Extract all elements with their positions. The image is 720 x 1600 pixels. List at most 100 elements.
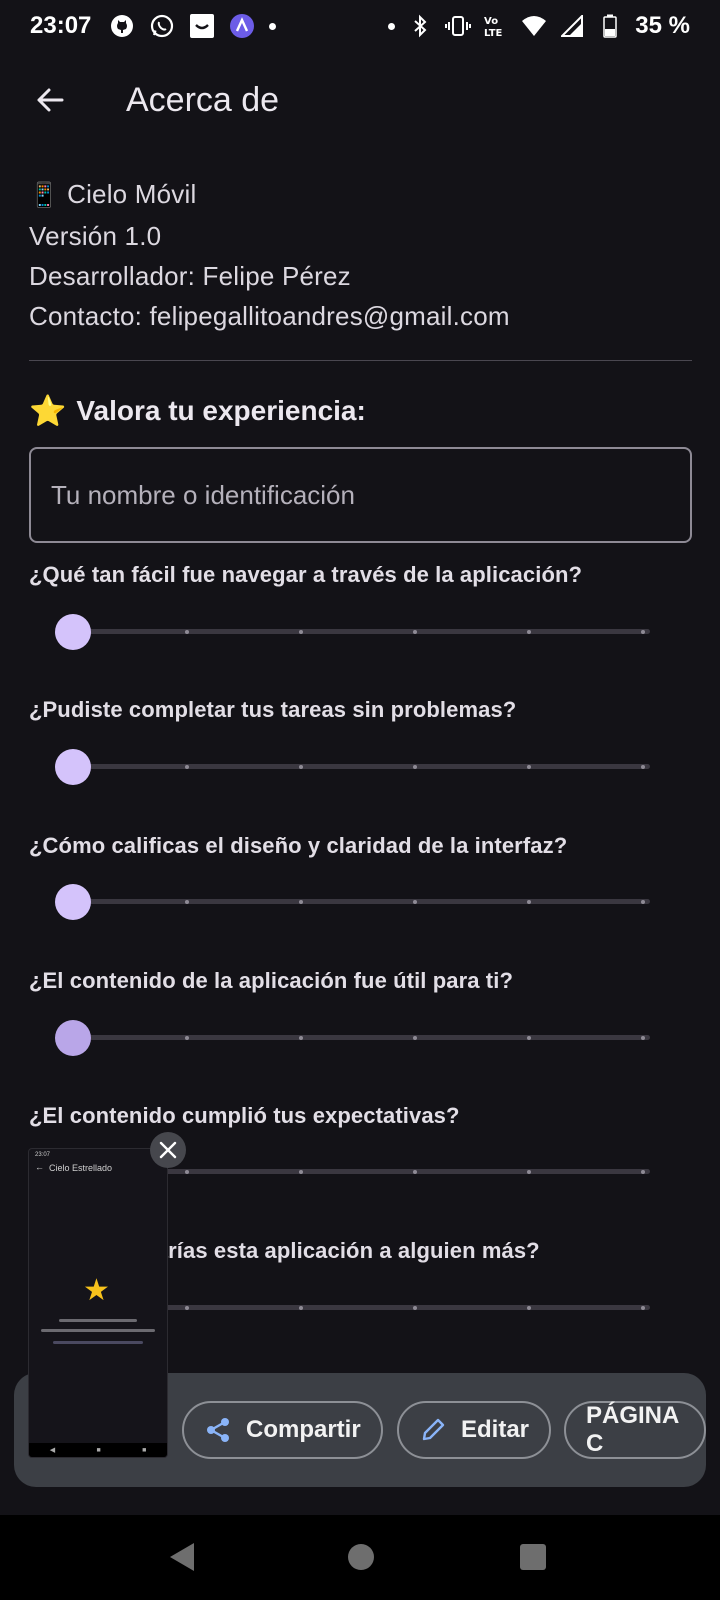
arrow-back-icon [37,88,64,112]
full-page-label: PÁGINA C [586,1402,679,1457]
slider-tick [641,1170,645,1174]
slider-tick [641,765,645,769]
slider-tick [413,630,417,634]
slider-tick [641,1306,645,1310]
vibrate-icon [445,13,472,39]
share-button[interactable]: Compartir [182,1401,383,1459]
slider-track [71,764,650,769]
contact-email: Contacto: felipegallitoandres@gmail.com [29,301,510,331]
full-page-button[interactable]: PÁGINA C [564,1401,706,1459]
slider-tick [185,1036,189,1040]
nav-home-icon[interactable] [348,1544,374,1570]
app-name: Cielo Móvil [67,179,197,209]
app-name-line: 📱 Cielo Móvil [29,174,692,216]
wifi-icon [521,13,547,39]
question-content: ¿El contenido de la aplicación fue útil … [29,968,513,993]
svg-text:LTE: LTE [484,28,503,38]
app-version: Versión 1.0 [29,221,162,251]
notification-icons [109,13,277,39]
close-icon [159,1141,177,1159]
share-icon [207,1418,229,1442]
edit-label: Editar [461,1416,530,1443]
slider-tick [413,900,417,904]
mini-text-line [41,1329,155,1332]
slider-tick [185,1306,189,1310]
rating-title: ⭐ Valora tu experiencia: [29,387,692,435]
star-icon: ⭐ [29,394,67,428]
slider-tick [413,1036,417,1040]
slider-tick [413,1170,417,1174]
question-tasks: ¿Pudiste completar tus tareas sin proble… [29,697,517,722]
close-preview-button[interactable] [150,1132,186,1168]
question-expectations: ¿El contenido cumplió tus expectativas? [29,1103,460,1128]
divider [29,360,692,361]
more-notifications-dot [269,22,277,30]
github-icon [109,13,135,39]
nav-recents-icon[interactable] [520,1544,546,1570]
slider-tick [641,900,645,904]
slider-thumb[interactable] [55,614,91,650]
whatsapp-icon [149,13,175,39]
about-content: 📱 Cielo Móvil Versión 1.0 Desarrollador: … [29,174,692,543]
name-input[interactable]: Tu nombre o identificación [29,447,692,543]
bluetooth-icon [407,13,433,39]
slider-tick [413,1306,417,1310]
battery-percent: 35 % [635,12,690,39]
volte-icon: Vo LTE [483,13,509,39]
share-label: Compartir [246,1416,361,1443]
system-nav-bar [0,1515,720,1600]
app-bar: Acerca de [0,52,720,148]
mini-title: Cielo Estrellado [49,1163,113,1173]
slider-tick [527,900,531,904]
slider-tick [185,1170,189,1174]
slider-thumb[interactable] [55,1020,91,1056]
slider-tick [527,1170,531,1174]
slider-navigation[interactable] [55,611,650,651]
mini-nav-back-icon: ◀ [49,1447,56,1454]
slider-thumb[interactable] [55,749,91,785]
mini-status-bar: 23:07 [35,1152,51,1158]
slider-tick [527,1306,531,1310]
slider-tasks[interactable] [55,746,650,786]
slider-thumb[interactable] [55,884,91,920]
back-button[interactable] [20,70,80,130]
mini-nav-home-icon: ■ [96,1446,101,1454]
mini-text-line [53,1341,143,1344]
slider-tick [185,765,189,769]
nav-back-icon[interactable] [170,1543,194,1571]
slider-track [71,1035,650,1040]
edit-button[interactable]: Editar [397,1401,552,1459]
slider-tick [299,1036,303,1040]
status-time: 23:07 [30,12,92,39]
question-navigation: ¿Qué tan fácil fue navegar a través de l… [29,562,583,587]
slider-tick [299,1170,303,1174]
slider-content[interactable] [55,1017,650,1057]
slider-tick [527,765,531,769]
status-bar: 23:07 Vo LTE 35 % [0,0,720,52]
slider-tick [185,900,189,904]
slider-tick [299,765,303,769]
svg-text:Vo: Vo [484,16,498,27]
mini-nav-recent-icon: ■ [142,1446,147,1454]
system-icons: Vo LTE 35 % [388,12,690,40]
mini-back-icon: ← [35,1162,44,1172]
page-title: Acerca de [126,80,280,119]
slider-track [71,899,650,904]
phone-icon: 📱 [29,182,60,209]
slider-tick [641,1036,645,1040]
slider-tick [299,630,303,634]
developer-name: Desarrollador: Felipe Pérez [29,261,351,291]
mini-star-icon: ★ [83,1274,110,1307]
battery-icon [597,13,623,39]
slider-design[interactable] [55,881,650,921]
box-icon [189,13,215,39]
slider-tick [413,765,417,769]
slider-tick [641,630,645,634]
slider-track [71,629,650,634]
slider-tick [299,1306,303,1310]
slider-tick [185,630,189,634]
mini-nav-bar: ◀ ■ ■ [29,1443,167,1457]
question-design: ¿Cómo calificas el diseño y claridad de … [29,833,568,858]
screenshot-preview[interactable]: 23:07 ← Cielo Estrellado ★ ◀ ■ ■ [28,1148,168,1458]
slider-tick [527,1036,531,1040]
